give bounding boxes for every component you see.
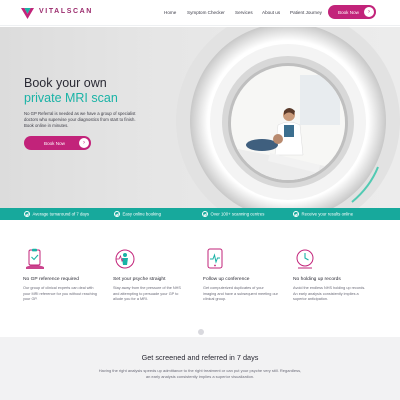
- section-description: Having the right analysis speeds up admi…: [98, 368, 302, 379]
- screened-referred-section: Get screened and referred in 7 days Havi…: [0, 337, 400, 400]
- clock-no-wait-icon: [296, 249, 314, 269]
- features-strip: Average turnaround of 7 days Easy online…: [0, 208, 400, 220]
- service-text-follow-up: Get computerized duplicates of your imag…: [203, 286, 278, 301]
- header-book-now-button[interactable]: Book Now ›: [328, 5, 376, 19]
- service-title-follow-up: Follow up conference: [203, 277, 250, 282]
- header-book-now-label: Book Now: [338, 9, 359, 15]
- hero-section: Book your own private MRI scan No GP Ref…: [0, 27, 400, 208]
- check-circle-icon: [293, 211, 299, 217]
- hero-book-now-button[interactable]: Book Now ›: [24, 136, 91, 150]
- service-title-psyche: Set your psyche straight: [113, 277, 166, 282]
- vitalscan-logo-icon[interactable]: [21, 8, 34, 19]
- top-navigation-bar: VITALSCAN Home Symptom Checker Services …: [0, 0, 400, 26]
- clipboard-checkmark-icon: [26, 248, 44, 269]
- service-text-no-gp: Our group of clinical experts can deal w…: [23, 286, 97, 301]
- tablet-heartbeat-icon: [207, 248, 223, 269]
- brand-name[interactable]: VITALSCAN: [39, 8, 93, 15]
- hero-book-now-label: Book Now: [44, 140, 65, 146]
- arrow-right-icon: ›: [364, 7, 374, 17]
- feature-item-results-online: Receive your results online: [293, 211, 353, 217]
- service-text-psyche: Stay away from the pressure of the NHS a…: [113, 286, 181, 301]
- section-heading: Get screened and referred in 7 days: [141, 353, 259, 362]
- body-scan-monitor-icon: [115, 249, 135, 269]
- hero-description: No GP Referral is needed as we have a gr…: [24, 111, 136, 128]
- feature-item-online-booking: Easy online booking: [114, 211, 161, 217]
- hero-title: Book your own: [24, 76, 107, 90]
- check-circle-icon: [202, 211, 208, 217]
- check-circle-icon: [24, 211, 30, 217]
- check-circle-icon: [114, 211, 120, 217]
- hero-title-highlight: private MRI scan: [24, 91, 118, 105]
- feature-item-turnaround: Average turnaround of 7 days: [24, 211, 89, 217]
- section-divider-dot: [198, 329, 204, 335]
- feature-item-scanning-centres: Over 100+ scanning centres: [202, 211, 264, 217]
- service-title-no-gp: No GP reference required: [23, 277, 79, 282]
- arrow-right-icon: ›: [79, 138, 89, 148]
- service-title-no-waiting: No holding up records: [293, 277, 341, 282]
- service-text-no-waiting: Avoid the endless NHS holding up records…: [293, 286, 366, 301]
